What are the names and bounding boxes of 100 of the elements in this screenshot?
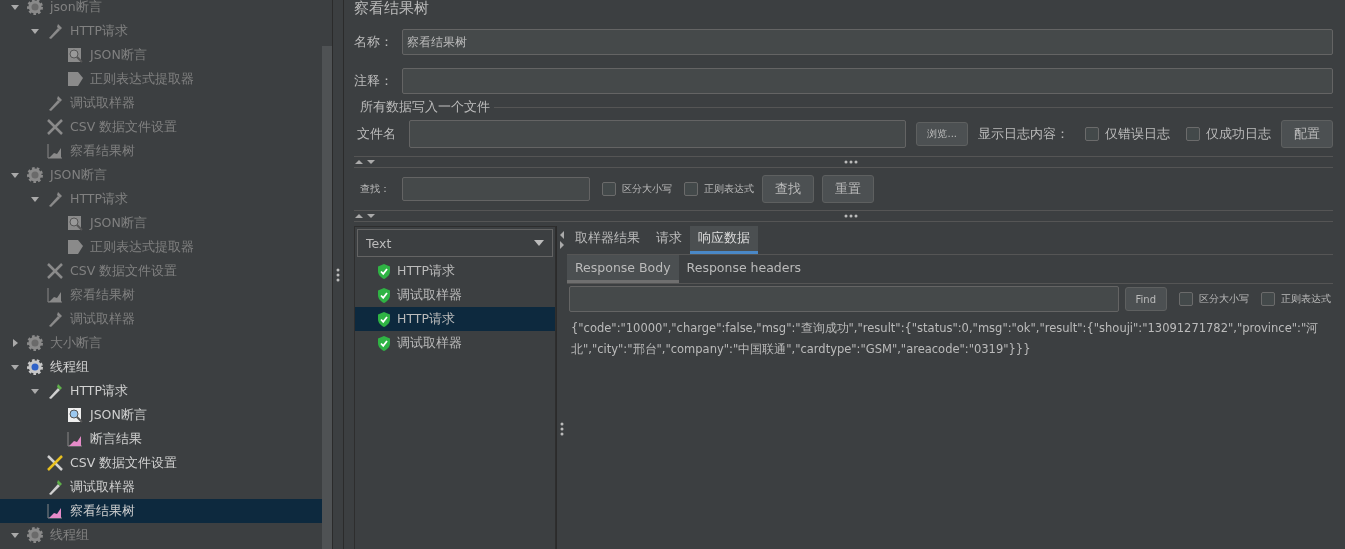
checkbox-label: 仅成功日志 [1206,125,1271,143]
tools-icon [46,118,64,136]
result-item[interactable]: HTTP请求 [355,307,555,331]
magnifier-icon [66,214,84,232]
field-label: 名称： [354,33,394,51]
find-button[interactable]: 查找 [762,175,814,203]
pipette-icon [46,310,64,328]
name-field[interactable]: 察看结果树 [402,29,1333,55]
log-label: 显示日志内容： [978,125,1069,143]
tree-item-label: 线程组 [50,358,89,376]
tab[interactable]: 请求 [648,226,690,254]
checkbox[interactable] [602,182,616,196]
gear-icon [26,166,44,184]
comment-field[interactable] [402,68,1333,94]
gear-icon [26,526,44,544]
drag-handle-icon[interactable] [843,160,858,164]
magnifier-icon [66,406,84,424]
result-item[interactable]: HTTP请求 [355,259,555,283]
pipette-icon [46,22,64,40]
collapse-arrows-icon[interactable] [354,212,376,220]
field-label: 注释： [354,72,394,90]
tree-item[interactable]: 察看结果树 [0,499,322,523]
tree-item-label: 察看结果树 [70,502,135,520]
renderer-dropdown[interactable]: Text [357,229,553,257]
tree-item[interactable]: CSV 数据文件设置 [0,451,322,475]
tree-item-label: JSON断言 [50,166,107,184]
gear-icon [26,0,44,16]
checkbox-label: 正则表达式 [704,182,754,196]
tree-item-label: JSON断言 [90,214,147,232]
drag-handle-icon[interactable] [560,422,564,436]
checkbox-label: 仅错误日志 [1105,125,1170,143]
tree-item-label: HTTP请求 [70,22,128,40]
tab[interactable]: 取样器结果 [567,226,648,254]
tree-item-label: 调试取样器 [70,310,135,328]
pipette-icon [46,94,64,112]
checkbox-label: 区分大小写 [622,182,672,196]
checkbox-label: 正则表达式 [1281,292,1331,306]
tools-icon [46,454,64,472]
tree-item-label: CSV 数据文件设置 [70,454,178,472]
document-icon [66,70,84,88]
tree-item-label: 察看结果树 [70,142,135,160]
tree-item-label: 大小断言 [50,334,102,352]
tree-item-label: 断言结果 [90,430,142,448]
config-button[interactable]: 配置 [1281,120,1333,148]
checkbox[interactable] [684,182,698,196]
filename-field[interactable] [409,120,907,148]
gear-icon [26,334,44,352]
tree-item[interactable]: 断言结果 [0,427,322,451]
collapse-arrows-icon[interactable] [559,230,565,250]
result-item[interactable]: 调试取样器 [355,331,555,355]
result-item[interactable]: 调试取样器 [355,283,555,307]
tree-item-label: 正则表达式提取器 [90,70,194,88]
magnifier-icon [66,46,84,64]
tab[interactable]: Response headers [678,255,810,283]
chart-icon [46,502,64,520]
tab[interactable]: 响应数据 [690,226,758,254]
tree-item-label: CSV 数据文件设置 [70,262,178,280]
chart-icon [46,286,64,304]
tab[interactable]: Response Body [567,255,679,283]
pipette-icon [46,382,64,400]
field-label: 文件名 [356,125,397,143]
caret-icon [534,240,544,246]
browse-button[interactable]: 浏览... [916,122,968,146]
search-label: 查找： [359,182,391,196]
checkbox[interactable] [1085,127,1099,141]
document-icon [66,238,84,256]
expanded-caret-icon[interactable] [10,362,20,372]
find-button[interactable]: Find [1124,287,1167,311]
tree-item-label: JSON断言 [90,46,147,64]
pipette-icon [46,190,64,208]
search-field[interactable] [402,177,590,201]
checkbox[interactable] [1186,127,1200,141]
tools-icon [46,262,64,280]
tree-item[interactable]: HTTP请求 [0,379,322,403]
tree-item-label: JSON断言 [90,406,147,424]
tree-item-label: HTTP请求 [70,190,128,208]
tree-item-label: 调试取样器 [70,478,135,496]
tree-item-label: 正则表达式提取器 [90,238,194,256]
tree-item-label: HTTP请求 [70,382,128,400]
chart-icon [66,430,84,448]
tree-item[interactable]: JSON断言 [0,403,322,427]
tree-item-label: 察看结果树 [70,286,135,304]
tree-item[interactable]: 线程组 [0,355,322,379]
tree-item-label: 调试取样器 [70,94,135,112]
tree-item-label: json断言 [50,0,102,16]
expanded-caret-icon[interactable] [30,386,40,396]
checkbox[interactable] [1179,292,1193,306]
tree-item[interactable]: 调试取样器 [0,475,322,499]
drag-handle-icon[interactable] [843,214,858,218]
reset-button[interactable]: 重置 [822,175,874,203]
collapse-arrows-icon[interactable] [354,158,376,166]
gear-icon [26,358,44,376]
checkbox[interactable] [1261,292,1275,306]
tree-item-label: CSV 数据文件设置 [70,118,178,136]
chart-icon [46,142,64,160]
drag-handle-icon[interactable] [336,267,340,282]
find-field[interactable] [569,286,1119,312]
group-legend: 所有数据写入一个文件 [360,99,490,116]
pipette-icon [46,478,64,496]
tree-item-label: 线程组 [50,526,89,544]
